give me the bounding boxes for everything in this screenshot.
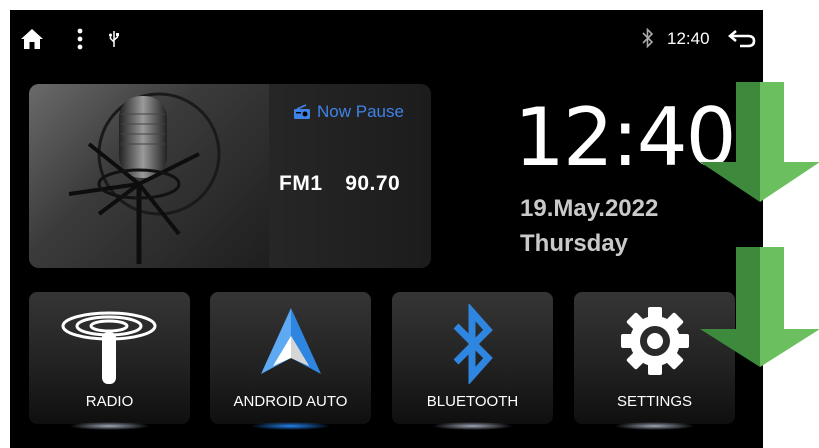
antenna-icon [59, 306, 159, 391]
frequency-label: 90.70 [345, 172, 401, 195]
tile-glow [69, 422, 150, 430]
clock-date: 19.May.2022 [520, 195, 659, 222]
android-auto-icon [259, 306, 323, 383]
head-unit-screen: 12:40 Now Pause FM1 90.70 12:40 19.May.2… [10, 10, 763, 448]
bluetooth-icon [452, 302, 494, 389]
home-icon[interactable] [19, 27, 45, 56]
bluetooth-app-tile[interactable]: BLUETOOTH [392, 292, 553, 430]
bluetooth-app-label: BLUETOOTH [426, 393, 519, 410]
radio-app-tile[interactable]: RADIO [29, 292, 190, 430]
tile-glow-active [250, 422, 331, 430]
bluetooth-icon [642, 27, 654, 53]
more-vert-icon[interactable] [77, 28, 83, 55]
tile-glow [614, 422, 695, 430]
down-arrow-bottom [700, 247, 819, 372]
radio-widget[interactable]: Now Pause FM1 90.70 [29, 84, 431, 268]
playback-status: Now Pause [317, 102, 404, 121]
station-display: FM1 90.70 [279, 172, 400, 196]
band-label: FM1 [279, 172, 323, 195]
android-auto-app-label: ANDROID AUTO [233, 393, 348, 410]
settings-app-label: SETTINGS [616, 393, 692, 410]
down-arrow-top [700, 82, 819, 207]
clock-weekday: Thursday [520, 230, 629, 257]
gear-icon [618, 304, 692, 383]
microphone-image [29, 84, 269, 268]
radio-icon [293, 104, 311, 125]
usb-icon [109, 31, 119, 52]
status-bar: 12:40 [10, 10, 763, 68]
android-auto-app-tile[interactable]: ANDROID AUTO [210, 292, 371, 430]
radio-app-label: RADIO [85, 393, 134, 410]
status-time: 12:40 [667, 29, 710, 48]
tile-glow [432, 422, 513, 430]
back-icon[interactable] [727, 27, 756, 54]
